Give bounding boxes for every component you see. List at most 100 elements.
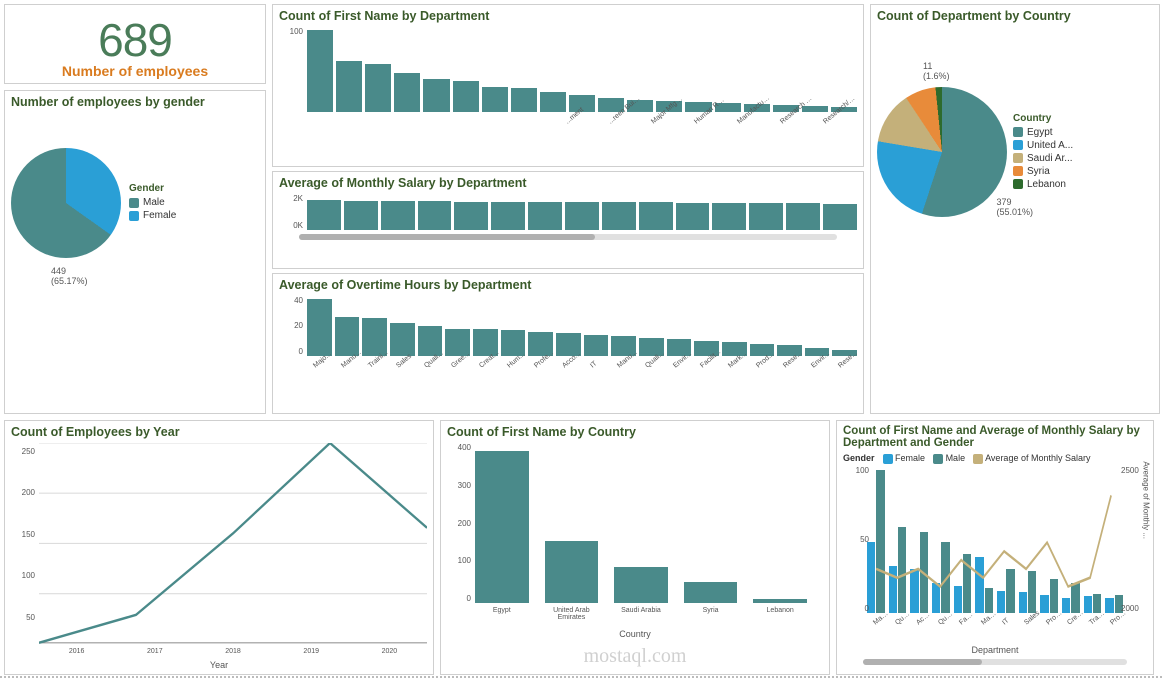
- legend-item[interactable]: Lebanon: [1013, 179, 1073, 190]
- year-line-chart: Count of First Name 25020015010050: [11, 443, 427, 644]
- bar-female[interactable]: [910, 569, 918, 613]
- bar[interactable]: [684, 582, 738, 603]
- legend-item-male[interactable]: Male: [129, 197, 176, 208]
- bar[interactable]: [336, 61, 362, 112]
- bar[interactable]: [491, 202, 525, 230]
- dept-salary-panel[interactable]: Average of Monthly Salary by Department …: [272, 171, 864, 269]
- bar[interactable]: [307, 30, 333, 112]
- swatch-icon: [129, 211, 139, 221]
- bar[interactable]: [639, 202, 673, 230]
- page-separator: [0, 676, 1162, 678]
- bar-male[interactable]: [876, 470, 884, 613]
- dept-count-panel[interactable]: Count of First Name by Department Count …: [272, 4, 864, 167]
- swatch-icon: [1013, 179, 1023, 189]
- swatch-icon: [1013, 127, 1023, 137]
- bar[interactable]: [394, 73, 420, 112]
- bar[interactable]: [712, 203, 746, 230]
- swatch-icon: [1013, 166, 1023, 176]
- bar[interactable]: [453, 81, 479, 112]
- gender-legend: Gender Male Female: [129, 183, 176, 223]
- gender-pie-panel[interactable]: Number of employees by gender 240 (34.83…: [4, 90, 266, 414]
- panel-title: Count of Employees by Year: [11, 425, 427, 439]
- bar-pair: [867, 466, 885, 613]
- horizontal-scrollbar[interactable]: [299, 234, 837, 240]
- combo-bars: Count of First Name Average of Monthly .…: [843, 466, 1147, 613]
- bar[interactable]: [454, 202, 488, 231]
- bar[interactable]: [676, 203, 710, 231]
- legend-item[interactable]: Saudi Ar...: [1013, 153, 1073, 164]
- bar[interactable]: [423, 79, 449, 112]
- legend-item-female[interactable]: Female: [129, 210, 176, 221]
- bar-female[interactable]: [975, 557, 983, 613]
- panel-title: Average of Overtime Hours by Department: [279, 278, 857, 292]
- panel-title: Average of Monthly Salary by Department: [279, 176, 857, 190]
- legend-item-avg[interactable]: Average of Monthly Salary: [973, 453, 1090, 464]
- x-axis-title: Country: [447, 629, 823, 639]
- bar[interactable]: [418, 201, 452, 230]
- bar[interactable]: [753, 599, 807, 603]
- kpi-label: Number of employees: [5, 63, 265, 79]
- bottom-row: Count of Employees by Year Count of Firs…: [4, 420, 1160, 675]
- bar-pair: [975, 466, 993, 613]
- legend-item[interactable]: Syria: [1013, 166, 1073, 177]
- bar[interactable]: [602, 202, 636, 230]
- callout-egypt: 379(55.01%): [996, 197, 1033, 217]
- bar[interactable]: [823, 204, 857, 231]
- bar[interactable]: [475, 451, 529, 603]
- bar[interactable]: [565, 202, 599, 230]
- bar-female[interactable]: [889, 566, 897, 613]
- bar-pair: [932, 466, 950, 613]
- callout-syria: 11(1.6%): [923, 61, 950, 81]
- bar[interactable]: [545, 541, 599, 603]
- pie-callout-female: 240 (34.83%): [4, 142, 6, 162]
- bar[interactable]: [381, 201, 415, 231]
- bar[interactable]: [614, 567, 668, 603]
- bar[interactable]: [511, 88, 537, 112]
- dept-salary-bars: Avera... 2K0K: [279, 194, 857, 230]
- dept-ot-panel[interactable]: Average of Overtime Hours by Department …: [272, 273, 864, 414]
- year-line-panel[interactable]: Count of Employees by Year Count of Firs…: [4, 420, 434, 675]
- combo-legend: Gender Female Male Average of Monthly Sa…: [843, 453, 1147, 464]
- legend-item-male[interactable]: Male: [933, 453, 965, 464]
- bar-pair: [1062, 466, 1080, 613]
- legend-item[interactable]: Egypt: [1013, 127, 1073, 138]
- x-labels: 20162017201820192020: [11, 646, 427, 660]
- bar-pair: [889, 466, 907, 613]
- x-labels: EgyptUnited Arab EmiratesSaudi ArabiaSyr…: [447, 605, 823, 629]
- pie-graphic: [877, 87, 1007, 217]
- x-axis-title: Year: [11, 660, 427, 670]
- bar[interactable]: [528, 202, 562, 230]
- bar[interactable]: [365, 64, 391, 112]
- bar-pair: [1019, 466, 1037, 613]
- country-bars: Count of First Name 4003002001000: [447, 443, 823, 603]
- bar-pair: [997, 466, 1015, 613]
- bar-pair: [954, 466, 972, 613]
- bar[interactable]: [786, 203, 820, 230]
- country-bar-panel[interactable]: Count of First Name by Country Count of …: [440, 420, 830, 675]
- bar-pair: [1084, 466, 1102, 613]
- bar-male[interactable]: [898, 527, 906, 612]
- bar[interactable]: [749, 203, 783, 230]
- legend-item-female[interactable]: Female: [883, 453, 926, 464]
- bar[interactable]: [482, 87, 508, 113]
- x-axis-title: Department: [843, 645, 1147, 655]
- panel-title: Count of First Name and Average of Month…: [843, 425, 1147, 449]
- pie-graphic: [11, 148, 121, 258]
- line-svg: [39, 443, 427, 644]
- horizontal-scrollbar[interactable]: [863, 659, 1127, 665]
- bar[interactable]: [344, 201, 378, 231]
- legend-item[interactable]: United A...: [1013, 140, 1073, 151]
- x-labels: ...ment...reen Buildi...Major Mfg P...Hu…: [279, 114, 857, 134]
- middle-column: Count of First Name by Department Count …: [272, 4, 864, 414]
- bar[interactable]: [540, 92, 566, 112]
- bar[interactable]: [307, 200, 341, 230]
- bar-male[interactable]: [941, 542, 949, 613]
- bar-male[interactable]: [920, 532, 928, 613]
- kpi-value: 689: [5, 13, 265, 67]
- country-pie-panel[interactable]: Count of Department by Country 379(55.01…: [870, 4, 1160, 414]
- panel-title: Count of Department by Country: [877, 9, 1153, 23]
- left-column: 689 Number of employees Number of employ…: [4, 4, 266, 414]
- watermark: mostaql.com: [584, 645, 687, 668]
- combo-panel[interactable]: Count of First Name and Average of Month…: [836, 420, 1154, 675]
- swatch-icon: [129, 198, 139, 208]
